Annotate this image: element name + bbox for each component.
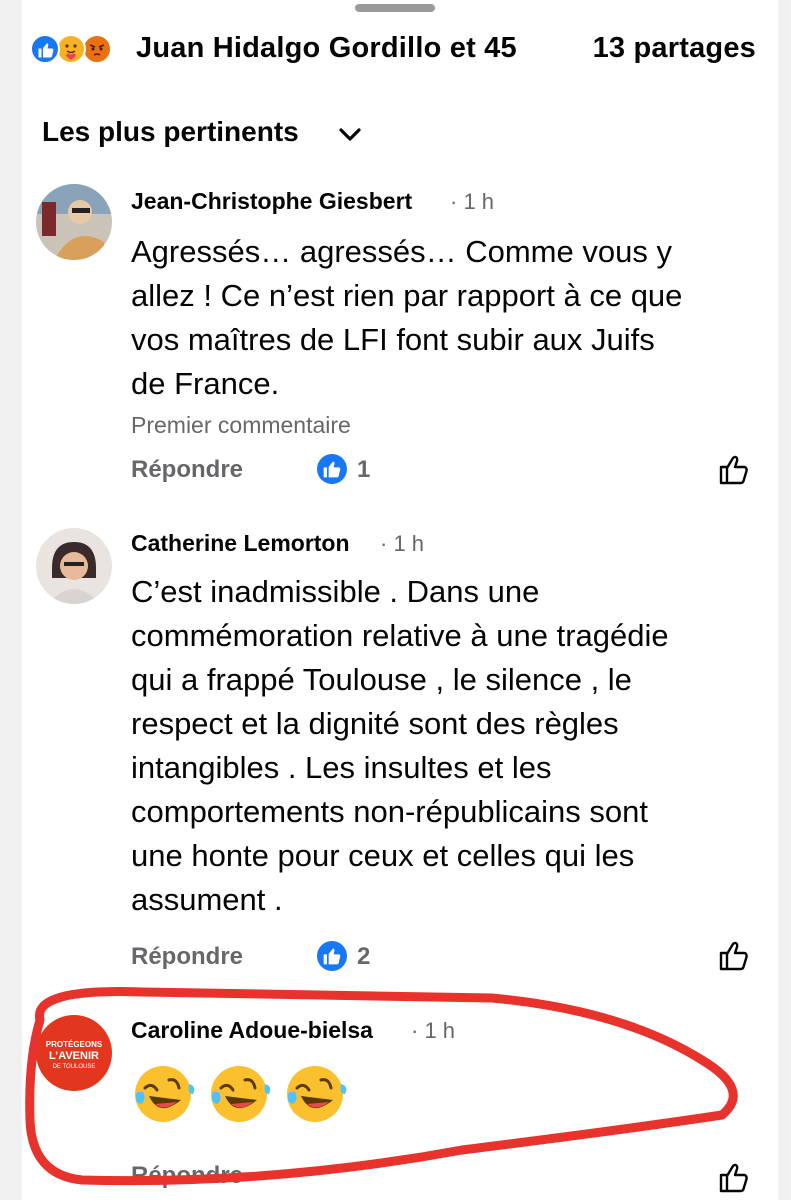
comment-line: C’est inadmissible . Dans une bbox=[131, 574, 540, 609]
reply-button[interactable]: Répondre bbox=[131, 1162, 243, 1190]
rolling-laughing-emoji bbox=[135, 1066, 195, 1122]
comment-line: assument . bbox=[131, 882, 283, 917]
emoji-reply bbox=[131, 1062, 359, 1131]
chevron-down-icon[interactable] bbox=[337, 124, 363, 144]
comment-author[interactable]: Catherine Lemorton bbox=[131, 530, 350, 557]
comment-line: respect et la dignité sont des règles bbox=[131, 706, 619, 741]
comment-line: une honte pour ceux et celles qui les bbox=[131, 838, 635, 873]
avatar[interactable]: PROTÉGEONS L’AVENIR DE TOULOUSE bbox=[36, 1015, 112, 1091]
comment-line: allez ! Ce n’est rien par rapport à ce q… bbox=[131, 278, 683, 313]
comment-time: · 1 h bbox=[411, 1018, 456, 1043]
like-button-icon[interactable] bbox=[716, 1160, 752, 1196]
avatar-logo-text: L’AVENIR bbox=[49, 1050, 99, 1062]
like-count[interactable]: 1 bbox=[357, 456, 370, 484]
like-icon bbox=[30, 34, 60, 64]
avatar[interactable] bbox=[36, 184, 112, 260]
reply-button[interactable]: Répondre bbox=[131, 456, 243, 484]
angry-icon bbox=[82, 34, 112, 64]
first-comment-badge: Premier commentaire bbox=[131, 412, 351, 438]
comment-line: intangibles . Les insultes et les bbox=[131, 750, 552, 785]
rolling-laughing-emoji bbox=[211, 1066, 271, 1122]
comment-text: C’est inadmissible . Dans une commémorat… bbox=[131, 570, 761, 922]
like-count[interactable]: 2 bbox=[357, 943, 370, 971]
reactions-summary[interactable]: Juan Hidalgo Gordillo et 45 13 partages bbox=[30, 26, 770, 74]
avatar-logo-text: PROTÉGEONS bbox=[46, 1040, 103, 1049]
comment-line: commémoration relative à une tragédie bbox=[131, 618, 669, 653]
comment-line: comportements non-républicains sont bbox=[131, 794, 648, 829]
like-icon bbox=[317, 941, 347, 971]
reply-button[interactable]: Répondre bbox=[131, 943, 243, 971]
like-button-icon[interactable] bbox=[716, 938, 752, 974]
comment-line: de France. bbox=[131, 366, 280, 401]
drag-handle[interactable] bbox=[355, 4, 435, 12]
shares-count[interactable]: 13 partages bbox=[593, 32, 756, 65]
comment-author[interactable]: Caroline Adoue-bielsa bbox=[131, 1017, 373, 1044]
reaction-names[interactable]: Juan Hidalgo Gordillo et 45 bbox=[136, 32, 517, 65]
rolling-laughing-emoji bbox=[287, 1066, 347, 1122]
avatar-logo-text: DE TOULOUSE bbox=[53, 1064, 96, 1070]
comment-line: Agressés… agressés… Comme vous y bbox=[131, 234, 672, 269]
reaction-icons bbox=[30, 34, 130, 66]
care-icon bbox=[56, 34, 86, 64]
comment-line: qui a frappé Toulouse , le silence , le bbox=[131, 662, 632, 697]
like-button-icon[interactable] bbox=[716, 452, 752, 488]
sort-selector[interactable]: Les plus pertinents bbox=[42, 116, 299, 148]
comment-author[interactable]: Jean-Christophe Giesbert bbox=[131, 188, 412, 215]
like-icon bbox=[317, 454, 347, 484]
avatar[interactable] bbox=[36, 528, 112, 604]
comment-time: · 1 h bbox=[450, 189, 495, 214]
comment-line: vos maîtres de LFI font subir aux Juifs bbox=[131, 322, 655, 357]
comment-text: Agressés… agressés… Comme vous y allez !… bbox=[131, 230, 761, 406]
comment-time: · 1 h bbox=[380, 531, 425, 556]
